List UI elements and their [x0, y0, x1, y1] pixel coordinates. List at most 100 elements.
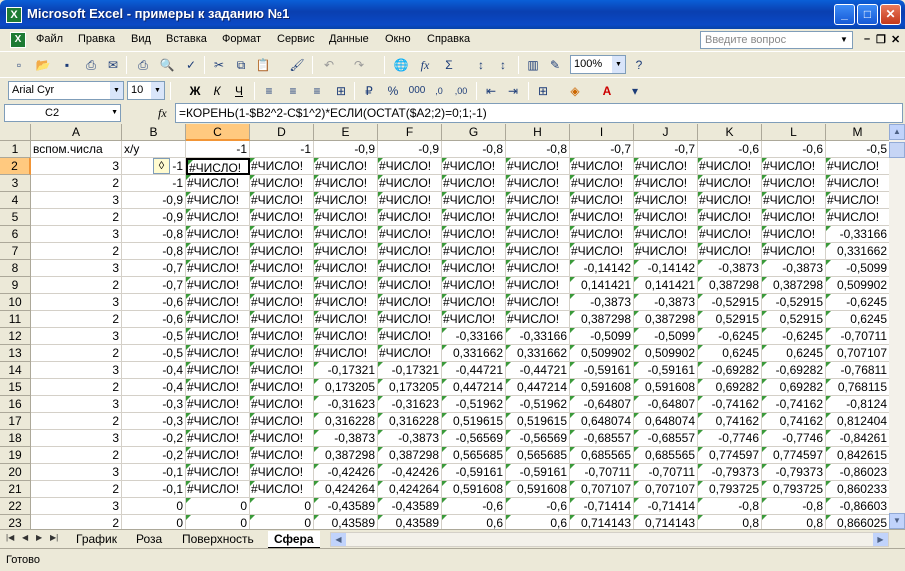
cell-i5[interactable]: #ЧИСЛО! — [570, 209, 634, 226]
cell-a14[interactable]: 3 — [31, 362, 122, 379]
cell-e22[interactable]: -0,43589 — [314, 498, 378, 515]
cell-j20[interactable]: -0,70711 — [634, 464, 698, 481]
cell-j11[interactable]: 0,387298 — [634, 311, 698, 328]
column-header-g[interactable]: G — [442, 124, 506, 141]
cell-m19[interactable]: 0,842615 — [826, 447, 889, 464]
vertical-scrollbar[interactable]: ▲ ▼ — [889, 124, 905, 529]
cell-l22[interactable]: -0,8 — [762, 498, 826, 515]
cell-h6[interactable]: #ЧИСЛО! — [506, 226, 570, 243]
cell-d4[interactable]: #ЧИСЛО! — [250, 192, 314, 209]
cell-h22[interactable]: -0,6 — [506, 498, 570, 515]
cell-g3[interactable]: #ЧИСЛО! — [442, 175, 506, 192]
toolbar-options-icon[interactable]: ▾ — [626, 82, 644, 100]
row-header[interactable]: 13 — [0, 345, 31, 362]
next-sheet-icon[interactable]: ▶ — [36, 533, 42, 542]
cell-c11[interactable]: #ЧИСЛО! — [186, 311, 250, 328]
cell-m4[interactable]: #ЧИСЛО! — [826, 192, 889, 209]
menu-view[interactable]: Вид — [131, 33, 151, 45]
cell-h19[interactable]: 0,565685 — [506, 447, 570, 464]
cell-j18[interactable]: -0,68557 — [634, 430, 698, 447]
font-select[interactable]: Arial Cyr ▼ — [8, 81, 124, 100]
currency-icon[interactable]: ₽ — [360, 82, 378, 100]
cell-l6[interactable]: #ЧИСЛО! — [762, 226, 826, 243]
cell-a2[interactable]: 3 — [31, 158, 122, 175]
cell-l23[interactable]: 0,8 — [762, 515, 826, 529]
align-center-icon[interactable]: ≡ — [284, 82, 302, 100]
cell-m17[interactable]: 0,812404 — [826, 413, 889, 430]
excel-app-icon[interactable]: X — [6, 7, 22, 23]
cell-k9[interactable]: 0,387298 — [698, 277, 762, 294]
cell-g14[interactable]: -0,44721 — [442, 362, 506, 379]
chevron-down-icon[interactable]: ▼ — [612, 56, 625, 73]
horizontal-scrollbar[interactable]: ◀ ▶ — [330, 532, 889, 547]
chevron-down-icon[interactable]: ▼ — [111, 109, 118, 116]
decrease-decimal-icon[interactable]: ,00 — [452, 82, 470, 100]
cell-l3[interactable]: #ЧИСЛО! — [762, 175, 826, 192]
cell-f21[interactable]: 0,424264 — [378, 481, 442, 498]
column-header-e[interactable]: E — [314, 124, 378, 141]
cell-a5[interactable]: 2 — [31, 209, 122, 226]
prev-sheet-icon[interactable]: ◀ — [22, 533, 28, 542]
cell-b21[interactable]: -0,1 — [122, 481, 186, 498]
cell-c20[interactable]: #ЧИСЛО! — [186, 464, 250, 481]
print-icon[interactable]: ⎙ — [134, 56, 152, 74]
cell-e9[interactable]: #ЧИСЛО! — [314, 277, 378, 294]
italic-button[interactable]: К — [208, 82, 226, 100]
cell-k22[interactable]: -0,8 — [698, 498, 762, 515]
cell-d16[interactable]: #ЧИСЛО! — [250, 396, 314, 413]
workbook-icon[interactable]: X — [10, 32, 26, 48]
cell-i1[interactable]: -0,7 — [570, 141, 634, 158]
cell-f1[interactable]: -0,9 — [378, 141, 442, 158]
cell-f14[interactable]: -0,17321 — [378, 362, 442, 379]
cell-i8[interactable]: -0,14142 — [570, 260, 634, 277]
cell-m6[interactable]: -0,33166 — [826, 226, 889, 243]
cell-k5[interactable]: #ЧИСЛО! — [698, 209, 762, 226]
cell-c3[interactable]: #ЧИСЛО! — [186, 175, 250, 192]
cell-e21[interactable]: 0,424264 — [314, 481, 378, 498]
cell-c10[interactable]: #ЧИСЛО! — [186, 294, 250, 311]
insert-function-icon[interactable]: fx — [416, 56, 434, 74]
cell-f16[interactable]: -0,31623 — [378, 396, 442, 413]
row-header[interactable]: 17 — [0, 413, 31, 430]
cell-k7[interactable]: #ЧИСЛО! — [698, 243, 762, 260]
scroll-right-icon[interactable]: ▶ — [873, 533, 888, 546]
column-header-a[interactable]: A — [31, 124, 122, 141]
cell-c22[interactable]: 0 — [186, 498, 250, 515]
menu-tools[interactable]: Сервис — [277, 33, 315, 45]
cell-d11[interactable]: #ЧИСЛО! — [250, 311, 314, 328]
cell-a8[interactable]: 3 — [31, 260, 122, 277]
cell-f4[interactable]: #ЧИСЛО! — [378, 192, 442, 209]
cell-k6[interactable]: #ЧИСЛО! — [698, 226, 762, 243]
cell-j23[interactable]: 0,714143 — [634, 515, 698, 529]
cell-i20[interactable]: -0,70711 — [570, 464, 634, 481]
cell-g17[interactable]: 0,519615 — [442, 413, 506, 430]
cell-j7[interactable]: #ЧИСЛО! — [634, 243, 698, 260]
cell-d23[interactable]: 0 — [250, 515, 314, 529]
cell-l7[interactable]: #ЧИСЛО! — [762, 243, 826, 260]
scroll-thumb[interactable] — [889, 142, 905, 158]
cell-e11[interactable]: #ЧИСЛО! — [314, 311, 378, 328]
close-button[interactable]: ✕ — [880, 4, 901, 25]
cell-g11[interactable]: #ЧИСЛО! — [442, 311, 506, 328]
row-header[interactable]: 22 — [0, 498, 31, 515]
cell-b15[interactable]: -0,4 — [122, 379, 186, 396]
spelling-icon[interactable]: ✓ — [182, 56, 200, 74]
cell-i13[interactable]: 0,509902 — [570, 345, 634, 362]
cell-k8[interactable]: -0,3873 — [698, 260, 762, 277]
cell-k12[interactable]: -0,6245 — [698, 328, 762, 345]
menu-format[interactable]: Формат — [222, 33, 261, 45]
worksheet-grid[interactable]: ◊ A B C D E F G H I J K L M 1 вспом.числа x/y -1 -1 -0,9 -0… — [0, 124, 889, 529]
cell-k17[interactable]: 0,74162 — [698, 413, 762, 430]
cell-g4[interactable]: #ЧИСЛО! — [442, 192, 506, 209]
cell-i23[interactable]: 0,714143 — [570, 515, 634, 529]
cell-i7[interactable]: #ЧИСЛО! — [570, 243, 634, 260]
cell-d6[interactable]: #ЧИСЛО! — [250, 226, 314, 243]
cell-f9[interactable]: #ЧИСЛО! — [378, 277, 442, 294]
cell-d7[interactable]: #ЧИСЛО! — [250, 243, 314, 260]
cell-e19[interactable]: 0,387298 — [314, 447, 378, 464]
cell-f12[interactable]: #ЧИСЛО! — [378, 328, 442, 345]
menu-window[interactable]: Окно — [385, 33, 411, 45]
help-search-input[interactable]: Введите вопрос — [700, 31, 853, 49]
cell-d17[interactable]: #ЧИСЛО! — [250, 413, 314, 430]
cell-m14[interactable]: -0,76811 — [826, 362, 889, 379]
